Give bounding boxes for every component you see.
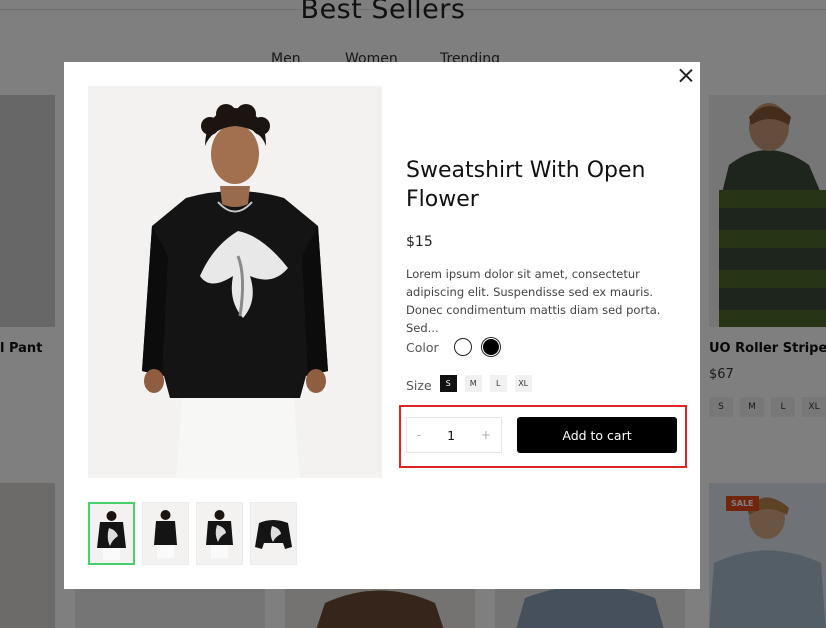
thumbnail-3[interactable] [196, 502, 243, 565]
thumbnail-strip [88, 502, 297, 565]
decrease-quantity-button[interactable]: - [417, 428, 421, 442]
size-option-xl[interactable]: XL [514, 375, 532, 392]
size-label: Size [406, 378, 432, 393]
color-swatch-black[interactable] [481, 338, 500, 356]
model-photo [88, 86, 382, 478]
size-option-s[interactable]: S [439, 375, 457, 392]
color-selector: Color [406, 338, 500, 356]
quick-view-modal: Sweatshirt With Open Flower $15 Lorem ip… [64, 62, 700, 589]
product-main-image [88, 86, 382, 478]
size-option-m[interactable]: M [464, 375, 482, 392]
quantity-value[interactable]: 1 [447, 428, 455, 443]
product-price: $15 [406, 234, 433, 250]
thumbnail-2[interactable] [142, 502, 189, 565]
quantity-stepper: - 1 + [406, 417, 502, 453]
product-description: Lorem ipsum dolor sit amet, consectetur … [406, 267, 661, 335]
close-icon[interactable] [678, 68, 694, 84]
product-title: Sweatshirt With Open Flower [406, 158, 646, 212]
size-selector: Size S M L XL [406, 375, 540, 393]
size-option-l[interactable]: L [489, 375, 507, 392]
thumbnail-photo [251, 503, 296, 564]
thumbnail-photo [197, 503, 242, 564]
color-swatch-white[interactable] [453, 338, 472, 356]
thumbnail-4[interactable] [250, 502, 297, 565]
thumbnail-1[interactable] [88, 502, 135, 565]
increase-quantity-button[interactable]: + [481, 428, 491, 442]
add-to-cart-button[interactable]: Add to cart [517, 417, 677, 453]
color-label: Color [406, 339, 439, 355]
thumbnail-photo [143, 503, 188, 564]
thumbnail-photo [90, 504, 133, 563]
